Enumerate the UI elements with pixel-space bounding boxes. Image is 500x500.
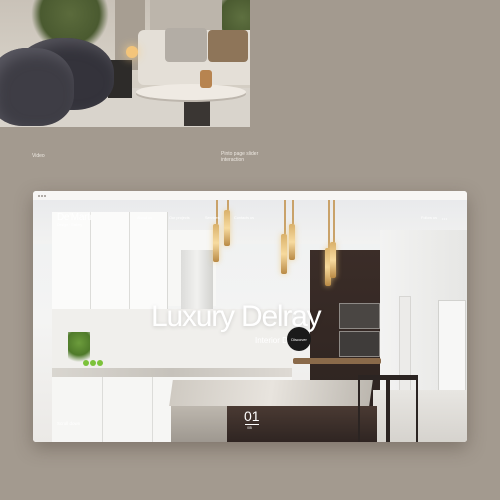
pendant-cord (292, 200, 294, 224)
pillow (165, 28, 207, 62)
oven (339, 331, 380, 357)
lounge-chair (0, 48, 74, 126)
window-dot[interactable] (38, 194, 40, 197)
pendant-cord (216, 200, 218, 224)
site-logo-subtitle: Design · Gallery (57, 223, 83, 227)
site-logo[interactable]: De'Marti (57, 212, 92, 223)
pendant-cord (284, 200, 286, 234)
window-dot[interactable] (41, 194, 43, 197)
hero-section: De'Marti Design · Gallery About us Our p… (33, 200, 467, 442)
nav-about-us[interactable]: About us (137, 216, 152, 220)
apple (97, 360, 103, 366)
pillow (208, 30, 248, 62)
slide-total: /05 (247, 426, 252, 430)
discover-button[interactable]: Discover (287, 327, 311, 351)
bar-stool (388, 375, 418, 442)
coffee-table (136, 84, 246, 100)
island-side (171, 406, 227, 442)
apple (83, 360, 89, 366)
menu-dots-icon[interactable]: ••• (442, 216, 448, 221)
pendant-light (213, 224, 219, 262)
nav-services[interactable]: Services (205, 216, 220, 220)
caption-slider: Pinto page slider interaction (221, 151, 259, 163)
browser-title-bar (33, 191, 467, 200)
vase (200, 70, 212, 88)
browser-window: De'Marti Design · Gallery About us Our p… (33, 191, 467, 442)
kitchen-island (169, 380, 373, 406)
pendant-light (224, 210, 230, 246)
coffee-table-base (184, 96, 210, 126)
scroll-down-link[interactable]: Scroll down (57, 421, 80, 426)
pendant-cord (333, 200, 335, 242)
nav-our-projects[interactable]: Our projects (169, 216, 190, 220)
lamp (126, 46, 138, 58)
follow-us-link[interactable]: Follow us (421, 216, 437, 220)
oven (339, 303, 380, 329)
wood-counter (293, 358, 381, 364)
pendant-light (281, 234, 287, 274)
caption-video: Video (32, 153, 45, 159)
pendant-cord (328, 200, 330, 248)
slide-divider (245, 424, 259, 425)
slide-number: 01 (244, 408, 260, 424)
pendant-light (330, 242, 336, 278)
door (438, 300, 466, 394)
apple (90, 360, 96, 366)
living-room-photo (0, 0, 250, 127)
pendant-cord (227, 200, 229, 210)
bar-stool (358, 375, 388, 442)
pendant-light (289, 224, 295, 260)
nav-contacts-us[interactable]: Contacts us (234, 216, 254, 220)
countertop (52, 368, 292, 377)
window-dot[interactable] (44, 194, 46, 197)
